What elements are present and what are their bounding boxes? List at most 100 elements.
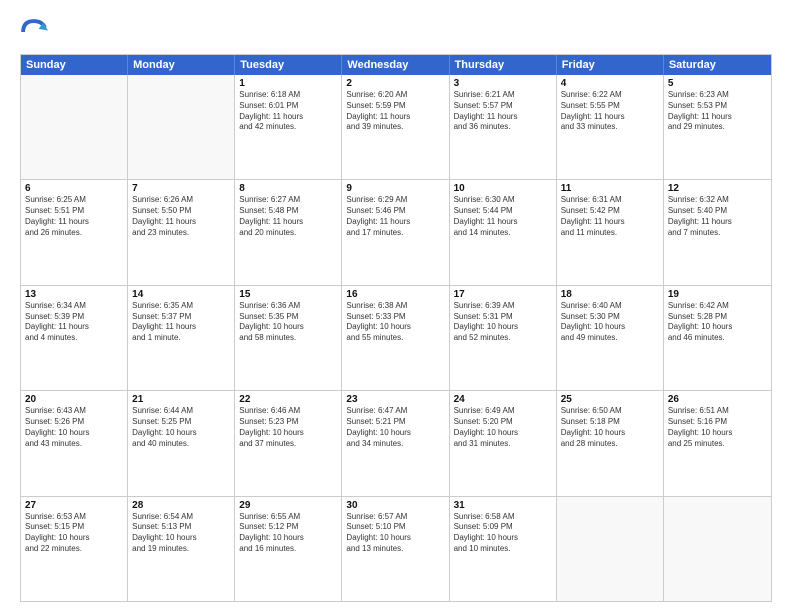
day-number: 16 — [346, 289, 444, 300]
cell-info: Sunrise: 6:49 AM Sunset: 5:20 PM Dayligh… — [454, 406, 552, 449]
calendar-body: 1Sunrise: 6:18 AM Sunset: 6:01 PM Daylig… — [21, 75, 771, 601]
day-cell-14: 14Sunrise: 6:35 AM Sunset: 5:37 PM Dayli… — [128, 286, 235, 390]
cell-info: Sunrise: 6:32 AM Sunset: 5:40 PM Dayligh… — [668, 195, 767, 238]
day-number: 13 — [25, 289, 123, 300]
cell-info: Sunrise: 6:36 AM Sunset: 5:35 PM Dayligh… — [239, 301, 337, 344]
calendar-row-2: 13Sunrise: 6:34 AM Sunset: 5:39 PM Dayli… — [21, 285, 771, 390]
empty-cell — [128, 75, 235, 179]
day-cell-2: 2Sunrise: 6:20 AM Sunset: 5:59 PM Daylig… — [342, 75, 449, 179]
header-day-wednesday: Wednesday — [342, 55, 449, 75]
cell-info: Sunrise: 6:50 AM Sunset: 5:18 PM Dayligh… — [561, 406, 659, 449]
cell-info: Sunrise: 6:27 AM Sunset: 5:48 PM Dayligh… — [239, 195, 337, 238]
day-cell-1: 1Sunrise: 6:18 AM Sunset: 6:01 PM Daylig… — [235, 75, 342, 179]
logo-icon — [20, 18, 48, 46]
day-number: 2 — [346, 78, 444, 89]
day-number: 29 — [239, 500, 337, 511]
cell-info: Sunrise: 6:46 AM Sunset: 5:23 PM Dayligh… — [239, 406, 337, 449]
day-cell-26: 26Sunrise: 6:51 AM Sunset: 5:16 PM Dayli… — [664, 391, 771, 495]
cell-info: Sunrise: 6:29 AM Sunset: 5:46 PM Dayligh… — [346, 195, 444, 238]
day-number: 26 — [668, 394, 767, 405]
cell-info: Sunrise: 6:35 AM Sunset: 5:37 PM Dayligh… — [132, 301, 230, 344]
day-number: 10 — [454, 183, 552, 194]
empty-cell — [21, 75, 128, 179]
empty-cell — [664, 497, 771, 601]
cell-info: Sunrise: 6:26 AM Sunset: 5:50 PM Dayligh… — [132, 195, 230, 238]
calendar-header: SundayMondayTuesdayWednesdayThursdayFrid… — [21, 55, 771, 75]
cell-info: Sunrise: 6:23 AM Sunset: 5:53 PM Dayligh… — [668, 90, 767, 133]
cell-info: Sunrise: 6:47 AM Sunset: 5:21 PM Dayligh… — [346, 406, 444, 449]
header — [20, 18, 772, 46]
day-number: 11 — [561, 183, 659, 194]
empty-cell — [557, 497, 664, 601]
calendar-row-3: 20Sunrise: 6:43 AM Sunset: 5:26 PM Dayli… — [21, 390, 771, 495]
cell-info: Sunrise: 6:58 AM Sunset: 5:09 PM Dayligh… — [454, 512, 552, 555]
day-number: 19 — [668, 289, 767, 300]
header-day-monday: Monday — [128, 55, 235, 75]
cell-info: Sunrise: 6:40 AM Sunset: 5:30 PM Dayligh… — [561, 301, 659, 344]
day-number: 9 — [346, 183, 444, 194]
day-number: 20 — [25, 394, 123, 405]
day-number: 27 — [25, 500, 123, 511]
day-cell-21: 21Sunrise: 6:44 AM Sunset: 5:25 PM Dayli… — [128, 391, 235, 495]
day-number: 3 — [454, 78, 552, 89]
cell-info: Sunrise: 6:57 AM Sunset: 5:10 PM Dayligh… — [346, 512, 444, 555]
day-number: 24 — [454, 394, 552, 405]
page: SundayMondayTuesdayWednesdayThursdayFrid… — [0, 0, 792, 612]
cell-info: Sunrise: 6:54 AM Sunset: 5:13 PM Dayligh… — [132, 512, 230, 555]
day-cell-20: 20Sunrise: 6:43 AM Sunset: 5:26 PM Dayli… — [21, 391, 128, 495]
day-number: 21 — [132, 394, 230, 405]
day-number: 30 — [346, 500, 444, 511]
cell-info: Sunrise: 6:31 AM Sunset: 5:42 PM Dayligh… — [561, 195, 659, 238]
calendar: SundayMondayTuesdayWednesdayThursdayFrid… — [20, 54, 772, 602]
day-cell-5: 5Sunrise: 6:23 AM Sunset: 5:53 PM Daylig… — [664, 75, 771, 179]
cell-info: Sunrise: 6:51 AM Sunset: 5:16 PM Dayligh… — [668, 406, 767, 449]
day-cell-19: 19Sunrise: 6:42 AM Sunset: 5:28 PM Dayli… — [664, 286, 771, 390]
day-cell-8: 8Sunrise: 6:27 AM Sunset: 5:48 PM Daylig… — [235, 180, 342, 284]
day-number: 5 — [668, 78, 767, 89]
day-cell-3: 3Sunrise: 6:21 AM Sunset: 5:57 PM Daylig… — [450, 75, 557, 179]
cell-info: Sunrise: 6:39 AM Sunset: 5:31 PM Dayligh… — [454, 301, 552, 344]
day-cell-27: 27Sunrise: 6:53 AM Sunset: 5:15 PM Dayli… — [21, 497, 128, 601]
header-day-thursday: Thursday — [450, 55, 557, 75]
header-day-sunday: Sunday — [21, 55, 128, 75]
day-cell-23: 23Sunrise: 6:47 AM Sunset: 5:21 PM Dayli… — [342, 391, 449, 495]
day-number: 8 — [239, 183, 337, 194]
calendar-row-4: 27Sunrise: 6:53 AM Sunset: 5:15 PM Dayli… — [21, 496, 771, 601]
day-number: 31 — [454, 500, 552, 511]
day-number: 1 — [239, 78, 337, 89]
cell-info: Sunrise: 6:34 AM Sunset: 5:39 PM Dayligh… — [25, 301, 123, 344]
day-number: 12 — [668, 183, 767, 194]
cell-info: Sunrise: 6:25 AM Sunset: 5:51 PM Dayligh… — [25, 195, 123, 238]
day-number: 18 — [561, 289, 659, 300]
day-cell-10: 10Sunrise: 6:30 AM Sunset: 5:44 PM Dayli… — [450, 180, 557, 284]
logo — [20, 18, 52, 46]
day-number: 7 — [132, 183, 230, 194]
day-cell-4: 4Sunrise: 6:22 AM Sunset: 5:55 PM Daylig… — [557, 75, 664, 179]
day-number: 15 — [239, 289, 337, 300]
cell-info: Sunrise: 6:38 AM Sunset: 5:33 PM Dayligh… — [346, 301, 444, 344]
day-number: 28 — [132, 500, 230, 511]
day-cell-18: 18Sunrise: 6:40 AM Sunset: 5:30 PM Dayli… — [557, 286, 664, 390]
calendar-row-1: 6Sunrise: 6:25 AM Sunset: 5:51 PM Daylig… — [21, 179, 771, 284]
day-cell-28: 28Sunrise: 6:54 AM Sunset: 5:13 PM Dayli… — [128, 497, 235, 601]
header-day-friday: Friday — [557, 55, 664, 75]
day-number: 17 — [454, 289, 552, 300]
day-cell-24: 24Sunrise: 6:49 AM Sunset: 5:20 PM Dayli… — [450, 391, 557, 495]
day-number: 6 — [25, 183, 123, 194]
day-cell-29: 29Sunrise: 6:55 AM Sunset: 5:12 PM Dayli… — [235, 497, 342, 601]
cell-info: Sunrise: 6:44 AM Sunset: 5:25 PM Dayligh… — [132, 406, 230, 449]
day-number: 14 — [132, 289, 230, 300]
day-cell-25: 25Sunrise: 6:50 AM Sunset: 5:18 PM Dayli… — [557, 391, 664, 495]
cell-info: Sunrise: 6:30 AM Sunset: 5:44 PM Dayligh… — [454, 195, 552, 238]
header-day-saturday: Saturday — [664, 55, 771, 75]
day-cell-30: 30Sunrise: 6:57 AM Sunset: 5:10 PM Dayli… — [342, 497, 449, 601]
cell-info: Sunrise: 6:20 AM Sunset: 5:59 PM Dayligh… — [346, 90, 444, 133]
day-cell-7: 7Sunrise: 6:26 AM Sunset: 5:50 PM Daylig… — [128, 180, 235, 284]
header-day-tuesday: Tuesday — [235, 55, 342, 75]
cell-info: Sunrise: 6:53 AM Sunset: 5:15 PM Dayligh… — [25, 512, 123, 555]
day-cell-31: 31Sunrise: 6:58 AM Sunset: 5:09 PM Dayli… — [450, 497, 557, 601]
day-cell-17: 17Sunrise: 6:39 AM Sunset: 5:31 PM Dayli… — [450, 286, 557, 390]
day-cell-12: 12Sunrise: 6:32 AM Sunset: 5:40 PM Dayli… — [664, 180, 771, 284]
day-cell-11: 11Sunrise: 6:31 AM Sunset: 5:42 PM Dayli… — [557, 180, 664, 284]
day-cell-22: 22Sunrise: 6:46 AM Sunset: 5:23 PM Dayli… — [235, 391, 342, 495]
